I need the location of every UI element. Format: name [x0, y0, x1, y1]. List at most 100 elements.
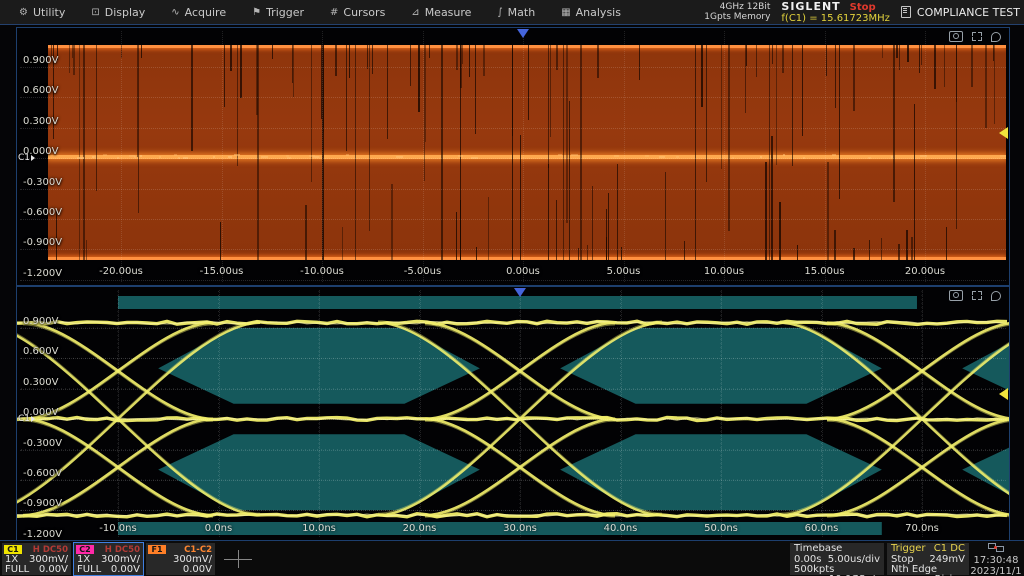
mask-top-band: [118, 296, 917, 309]
menu-item-acquire[interactable]: ∿Acquire: [158, 0, 239, 24]
trigger-position-marker[interactable]: [517, 29, 529, 38]
channel-marker-c1[interactable]: C1: [18, 153, 35, 163]
c1-waveform: [48, 45, 1006, 260]
grid-line-h: [20, 450, 1006, 451]
menu-item-utility[interactable]: ⚙Utility: [6, 0, 78, 24]
grid-line-v: [520, 290, 521, 537]
timebase-box[interactable]: Timebase 0.00s 5.00us/div 500kpts 10.0GS…: [790, 543, 884, 575]
y-axis-label: 0.900V: [23, 316, 58, 327]
menu-item-analysis[interactable]: ▦ Analysis: [548, 0, 634, 24]
header-right: 4GHz 12Bit 1Gpts Memory SIGLENT Stop f(C…: [704, 0, 1020, 24]
grid-line-v: [222, 31, 223, 282]
spec-memory: 1Gpts Memory: [704, 12, 770, 22]
x-axis-label: -10.0ns: [86, 523, 150, 534]
grid-line-v: [523, 31, 524, 282]
channel-box-c2[interactable]: C2 H DC50 1X 300mV/ FULL 0.00V: [74, 543, 143, 575]
x-axis-label: 30.0ns: [488, 523, 552, 534]
camera-icon[interactable]: [949, 290, 963, 301]
channel-badge-c2: C2: [76, 545, 94, 554]
y-axis-label: 0.600V: [23, 85, 58, 96]
expand-icon[interactable]: [972, 32, 982, 41]
menu-item-label: Analysis: [576, 6, 621, 19]
grid-line-h: [20, 358, 1006, 359]
y-axis-label: 0.900V: [23, 55, 58, 66]
menu-bar: ⚙Utility ⊡ Display ∿Acquire ⚑ Trigger # Cursors…: [0, 0, 1024, 25]
display-icon: ⊡: [91, 7, 99, 18]
grid-line-h: [20, 510, 1006, 511]
x-axis-label: 5.00us: [592, 266, 656, 277]
status-bar: C1 H DC50 1X 300mV/ FULL 0.00V C2 H DC50…: [0, 540, 1024, 576]
trigger-flag-icon: ⚑: [252, 7, 261, 18]
menu-item-label: Measure: [425, 6, 472, 19]
grid-line-h: [20, 219, 1006, 220]
grid-line-h: [20, 128, 1006, 129]
menu-item-label: Trigger: [266, 6, 304, 19]
c2-offset: 0.00V: [111, 565, 140, 575]
channel-box-f1[interactable]: F1 C1-C2 300mV/ 0.00V: [146, 543, 215, 575]
grid-line-v: [319, 290, 320, 537]
menu-item-label: Utility: [33, 6, 65, 19]
menu-item-measure[interactable]: ⊿ Measure: [398, 0, 484, 24]
menu-item-label: Acquire: [185, 6, 226, 19]
cursors-icon: #: [330, 7, 338, 18]
grid-line-v: [624, 31, 625, 282]
menu-item-label: Cursors: [343, 6, 385, 19]
x-axis-label: -5.00us: [391, 266, 455, 277]
trigger-position-marker[interactable]: [514, 288, 526, 297]
expand-icon[interactable]: [972, 291, 982, 300]
clock-date: 2023/11/1: [970, 566, 1022, 576]
y-axis-label: -1.200V: [23, 529, 62, 540]
y-axis-label: 0.300V: [23, 377, 58, 388]
plot-window-controls: [949, 290, 1001, 301]
c1-bandwidth: FULL: [5, 565, 29, 575]
menu-items: ⚙Utility ⊡ Display ∿Acquire ⚑ Trigger # Cursors…: [0, 0, 634, 24]
eye-diagram-plot[interactable]: C1 0.900V0.600V0.300V0.000V-0.300V-0.600…: [16, 286, 1010, 541]
clock-time: 17:30:48: [970, 555, 1022, 566]
grid-line-v: [721, 290, 722, 537]
grid-line-v: [825, 31, 826, 282]
grid-line-h: [20, 249, 1006, 250]
plot-window-controls: [949, 31, 1001, 42]
menu-item-label: Math: [508, 6, 536, 19]
measure-icon: ⊿: [411, 7, 419, 18]
camera-icon[interactable]: [949, 31, 963, 42]
channel-box-c1[interactable]: C1 H DC50 1X 300mV/ FULL 0.00V: [2, 543, 71, 575]
x-axis-label: 50.0ns: [689, 523, 753, 534]
grid-line-h: [20, 158, 1006, 159]
grid-line-v: [822, 290, 823, 537]
trigger-source: C1 DC: [934, 544, 965, 554]
menu-item-label: Display: [105, 6, 146, 19]
channel-marker-c1[interactable]: C1: [18, 414, 35, 424]
x-axis-label: 0.00us: [491, 266, 555, 277]
run-state-indicator[interactable]: Stop: [850, 2, 876, 13]
compliance-test-button[interactable]: COMPLIANCE TEST: [901, 6, 1020, 19]
y-axis-label: -1.200V: [23, 268, 62, 279]
menu-item-display[interactable]: ⊡ Display: [78, 0, 158, 24]
analysis-icon: ▦: [561, 7, 570, 18]
grid-line-v: [121, 31, 122, 282]
grid-line-h: [20, 328, 1006, 329]
menu-item-trigger[interactable]: ⚑ Trigger: [239, 0, 317, 24]
menu-item-cursors[interactable]: # Cursors: [317, 0, 398, 24]
x-axis-label: -10.00us: [290, 266, 354, 277]
y-axis-label: -0.300V: [23, 438, 62, 449]
oscilloscope-screen: ⚙Utility ⊡ Display ∿Acquire ⚑ Trigger # Cursors…: [0, 0, 1024, 576]
acquisition-plot[interactable]: C1 0.900V0.600V0.300V0.000V-0.300V-0.600…: [16, 27, 1010, 286]
trigger-level-marker[interactable]: [999, 388, 1008, 400]
channel-badge-c1: C1: [4, 545, 22, 554]
add-channel-button[interactable]: [224, 550, 252, 568]
trigger-level-marker[interactable]: [999, 127, 1008, 139]
eye-diagram-canvas: [17, 287, 1009, 538]
lan-status-icon[interactable]: [988, 543, 1004, 552]
y-axis-label: 0.300V: [23, 116, 58, 127]
detach-icon[interactable]: [991, 32, 1001, 42]
detach-icon[interactable]: [991, 291, 1001, 301]
timebase-title: Timebase: [794, 544, 842, 554]
clock-block: 17:30:48 2023/11/1: [970, 543, 1022, 576]
spec-bandwidth: 4GHz 12Bit: [704, 2, 770, 12]
menu-item-math[interactable]: ∫Math: [484, 0, 548, 24]
trigger-box[interactable]: Trigger C1 DC Stop 249mV Nth Edge Rising: [887, 543, 969, 575]
y-axis-label: -0.600V: [23, 468, 62, 479]
timebase-scale: 5.00us/div: [828, 555, 880, 565]
grid-line-v: [423, 31, 424, 282]
